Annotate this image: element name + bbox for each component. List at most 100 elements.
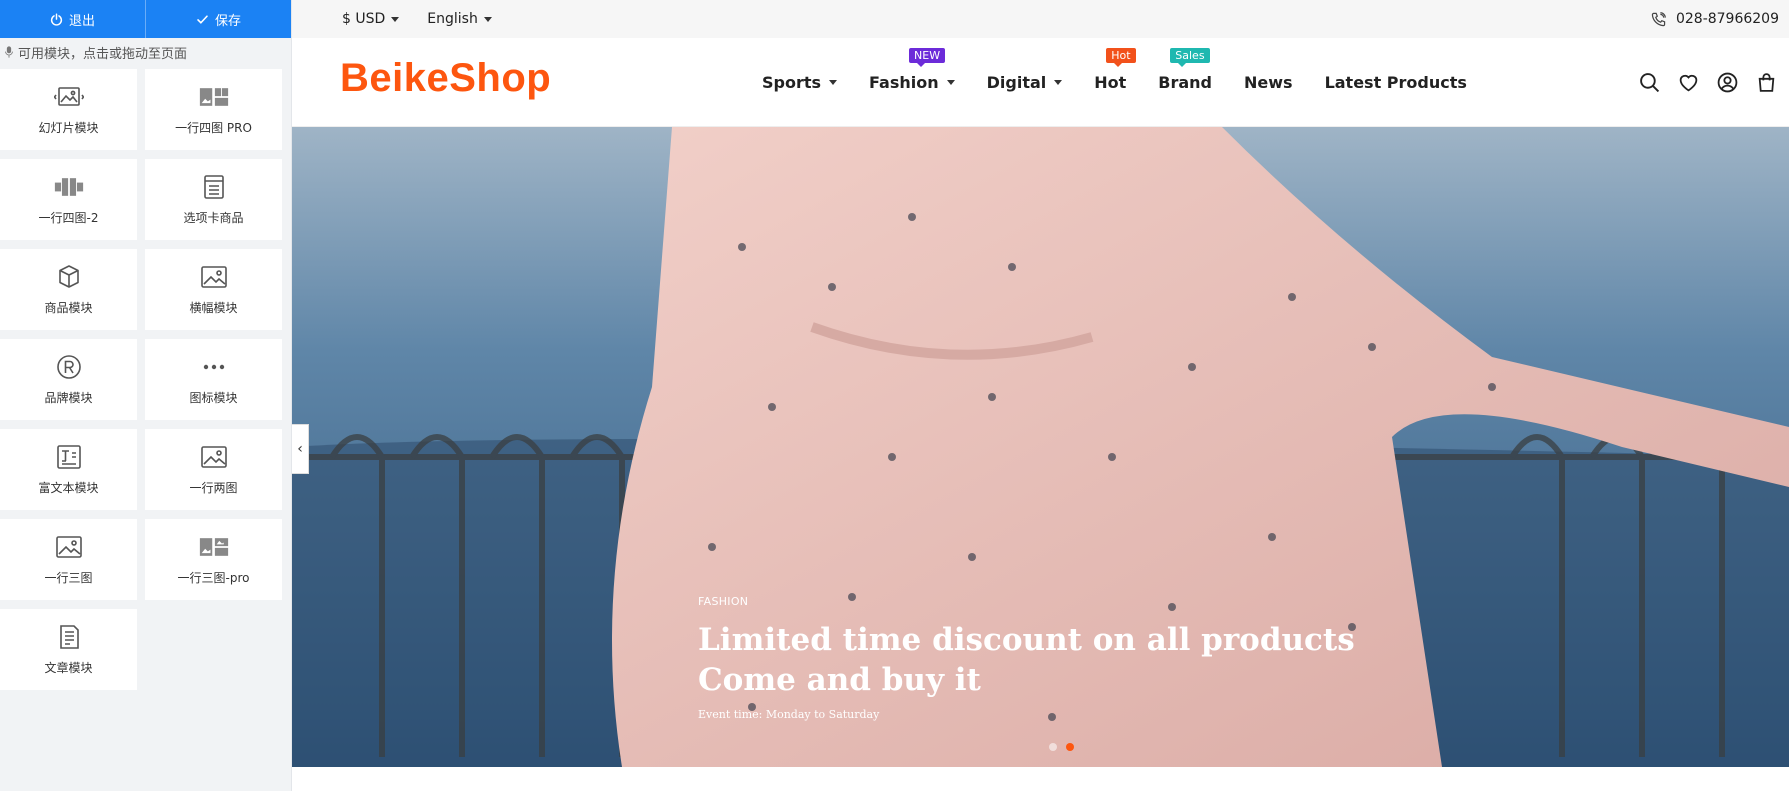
slide-indicators	[1049, 743, 1074, 751]
module-product[interactable]: 商品模块	[0, 249, 137, 330]
four-images-pro-icon	[199, 87, 228, 106]
nav-item-news[interactable]: News	[1244, 68, 1293, 98]
hero-slideshow[interactable]: FASHION Limited time discount on all pro…	[292, 127, 1789, 767]
nav-item-hot[interactable]: Hot Hot	[1094, 47, 1136, 98]
rich-text-icon	[56, 444, 81, 469]
module-label: 文章模块	[44, 660, 93, 675]
module-label: 一行四图-2	[38, 210, 99, 225]
module-four-images-2[interactable]: 一行四图-2	[0, 159, 137, 240]
nav-item-latest-products[interactable]: Latest Products	[1325, 68, 1467, 98]
cart-icon[interactable]	[1756, 72, 1777, 93]
hero-title-line: Come and buy it	[698, 662, 981, 698]
module-label: 一行三图	[44, 570, 93, 585]
nav-item-label: Brand	[1158, 73, 1213, 92]
module-four-images-pro[interactable]: 一行四图 PRO	[145, 69, 282, 150]
two-images-icon	[200, 445, 227, 468]
mic-icon	[5, 46, 13, 58]
module-editor-panel: 退出 保存 可用模块，点击或拖动至页面 幻灯片模块 一行四图 PRO 一行四图-…	[0, 0, 292, 791]
module-banner[interactable]: 横幅模块	[145, 249, 282, 330]
exit-label: 退出	[68, 13, 95, 29]
nav-item-label: Digital	[986, 73, 1047, 92]
article-icon	[59, 624, 79, 649]
module-article[interactable]: 文章模块	[0, 609, 137, 690]
registered-icon	[56, 354, 81, 379]
editor-toolbar: 退出 保存	[0, 0, 291, 38]
more-dots-icon	[203, 364, 224, 369]
cube-icon	[58, 264, 79, 288]
modules-hint-text: 可用模块，点击或拖动至页面	[18, 46, 188, 62]
hero-title-line: Limited time discount on all products	[698, 622, 1355, 658]
module-label: 一行四图 PRO	[175, 120, 252, 135]
module-label: 富文本模块	[38, 480, 99, 495]
caret-down-icon	[391, 16, 400, 22]
nav-item-label: News	[1244, 73, 1293, 92]
hero-title: Limited time discount on all products Co…	[698, 620, 1355, 700]
main-nav: Sports Fashion NEW Digital Hot Hot Brand Sales N…	[762, 38, 1499, 127]
module-three-images[interactable]: 一行三图	[0, 519, 137, 600]
caret-down-icon	[1054, 80, 1063, 85]
phone-icon	[1651, 11, 1666, 26]
module-label: 商品模块	[44, 300, 93, 315]
caret-down-icon	[829, 80, 838, 85]
nav-badge: Sales	[1170, 47, 1210, 67]
save-button[interactable]: 保存	[145, 0, 291, 38]
heart-icon[interactable]	[1678, 72, 1699, 93]
nav-item-label: Hot	[1094, 73, 1127, 92]
phone-number: 028-87966209	[1675, 11, 1779, 27]
tab-products-icon	[203, 174, 224, 199]
search-icon[interactable]	[1639, 72, 1660, 93]
three-images-pro-icon	[199, 537, 228, 556]
language-label: English	[427, 11, 478, 27]
currency-label: $ USD	[342, 11, 386, 27]
caret-down-icon	[946, 80, 955, 85]
module-label: 图标模块	[189, 390, 238, 405]
currency-dropdown[interactable]: $ USD	[342, 11, 400, 27]
slide-dot[interactable]	[1049, 743, 1057, 751]
nav-item-label: Sports	[762, 73, 822, 92]
user-icon[interactable]	[1717, 72, 1738, 93]
nav-item-fashion[interactable]: Fashion NEW	[869, 47, 955, 98]
header-actions	[1639, 38, 1777, 127]
module-rich-text[interactable]: 富文本模块	[0, 429, 137, 510]
slide-dot[interactable]	[1066, 743, 1074, 751]
nav-item-label: Latest Products	[1324, 73, 1467, 92]
check-icon	[197, 14, 208, 24]
module-three-images-pro[interactable]: 一行三图-pro	[145, 519, 282, 600]
module-brand[interactable]: 品牌模块	[0, 339, 137, 420]
hero-caption: FASHION Limited time discount on all pro…	[698, 595, 1355, 721]
panel-collapse-toggle[interactable]: ‹	[292, 424, 309, 474]
module-two-images[interactable]: 一行两图	[145, 429, 282, 510]
module-grid: 幻灯片模块 一行四图 PRO 一行四图-2 选项卡商品 商品模块 横幅模块 品牌…	[0, 66, 291, 690]
module-label: 横幅模块	[189, 300, 238, 315]
nav-item-digital[interactable]: Digital	[987, 68, 1063, 98]
module-label: 选项卡商品	[183, 210, 244, 225]
nav-badge: NEW	[909, 47, 946, 67]
exit-button[interactable]: 退出	[0, 0, 145, 38]
module-label: 幻灯片模块	[38, 120, 99, 135]
contact-phone: 028-87966209	[1651, 11, 1779, 27]
module-label: 一行三图-pro	[177, 570, 250, 585]
top-bar: $ USD English 028-87966209	[292, 0, 1789, 38]
nav-badge: Hot	[1106, 47, 1136, 67]
save-label: 保存	[214, 13, 241, 29]
language-dropdown[interactable]: English	[427, 11, 492, 27]
module-slideshow[interactable]: 幻灯片模块	[0, 69, 137, 150]
caret-down-icon	[483, 16, 492, 22]
nav-item-label: Fashion	[869, 73, 939, 92]
power-icon	[50, 12, 63, 26]
module-label: 一行两图	[189, 480, 238, 495]
site-logo[interactable]: BeikeShop	[340, 56, 551, 101]
modules-hint: 可用模块，点击或拖动至页面	[0, 38, 291, 66]
module-tab-products[interactable]: 选项卡商品	[145, 159, 282, 240]
nav-item-brand[interactable]: Brand Sales	[1158, 47, 1213, 98]
store-preview: $ USD English 028-87966209 BeikeShop Spo…	[292, 0, 1789, 791]
three-images-icon	[55, 535, 82, 558]
banner-image-icon	[200, 265, 227, 288]
four-images-icon	[54, 177, 83, 196]
hero-subtitle: Event time: Monday to Saturday	[698, 708, 880, 721]
site-header: BeikeShop Sports Fashion NEW Digital Hot Hot B…	[292, 38, 1789, 127]
chevron-left-icon: ‹	[297, 441, 303, 457]
module-icons[interactable]: 图标模块	[145, 339, 282, 420]
nav-item-sports[interactable]: Sports	[762, 68, 838, 98]
module-label: 品牌模块	[44, 390, 93, 405]
